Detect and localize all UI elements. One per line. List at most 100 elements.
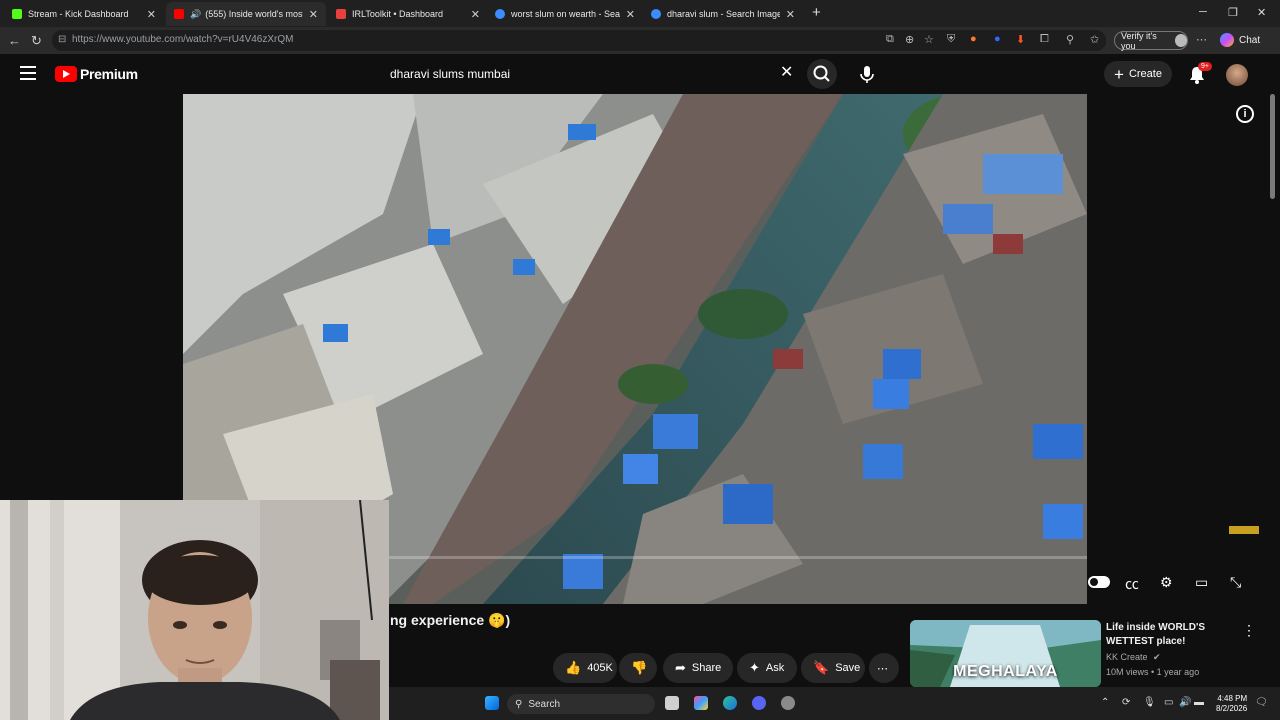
zoom-icon[interactable]: ⊕: [905, 33, 914, 46]
thumbs-down-icon: 👎: [631, 660, 648, 675]
new-tab-button[interactable]: +: [812, 4, 821, 21]
chat-label: Chat: [1239, 34, 1261, 46]
theater-mode-icon[interactable]: ▭: [1195, 574, 1208, 591]
search-input[interactable]: [380, 58, 805, 90]
edge-browser-icon[interactable]: [723, 696, 737, 710]
extension-fox-icon[interactable]: ●: [970, 33, 977, 45]
restore-button[interactable]: ❐: [1228, 6, 1238, 19]
recommendation-channel[interactable]: KK Create ✔: [1106, 652, 1161, 663]
streamer-camera-feed: [0, 500, 389, 720]
share-arrow-icon: ➦: [675, 660, 686, 675]
page-scrollbar[interactable]: [1270, 94, 1275, 199]
close-tab-icon[interactable]: ✕: [786, 8, 795, 21]
menu-icon[interactable]: [20, 66, 36, 80]
clock-date: 8/2/2026: [1216, 704, 1248, 713]
battery-icon[interactable]: ▬: [1194, 697, 1204, 708]
youtube-play-icon: [55, 66, 77, 82]
site-info-icon[interactable]: ⊟: [58, 34, 66, 45]
favorites-icon[interactable]: ✩: [1090, 33, 1099, 46]
copilot-icon[interactable]: [694, 696, 708, 710]
notification-badge: 9+: [1198, 62, 1212, 71]
microphone-icon: [860, 66, 874, 83]
irltoolkit-icon: [336, 9, 346, 19]
favorite-star-icon[interactable]: ☆: [924, 33, 934, 46]
minimize-button[interactable]: ─: [1199, 6, 1207, 18]
clock-time: 4:48 PM: [1217, 694, 1248, 703]
create-button[interactable]: + Create: [1104, 61, 1172, 87]
more-menu-icon[interactable]: ⋯: [1196, 33, 1207, 46]
url-text: https://www.youtube.com/watch?v=rU4V46zX…: [72, 34, 294, 45]
plus-icon: +: [1114, 64, 1124, 84]
reload-icon[interactable]: ↻: [31, 33, 42, 49]
save-button[interactable]: 🔖 Save: [801, 653, 865, 683]
app-available-icon[interactable]: ⧉: [886, 33, 894, 46]
volume-icon[interactable]: 🔊: [1179, 697, 1191, 708]
tab-bing-search[interactable]: worst slum on wearth - Search ✕: [487, 2, 643, 26]
extension-blue-icon[interactable]: ●: [994, 33, 1001, 45]
like-button[interactable]: 👍 405K: [553, 653, 617, 683]
close-tab-icon[interactable]: ✕: [147, 8, 156, 21]
clear-search-icon[interactable]: ✕: [780, 62, 793, 82]
show-hidden-icons-chevron[interactable]: ⌃: [1101, 697, 1109, 708]
taskbar-search[interactable]: ⚲ Search: [507, 694, 655, 714]
share-button[interactable]: ➦ Share: [663, 653, 733, 683]
close-tab-icon[interactable]: ✕: [471, 8, 480, 21]
captions-icon[interactable]: ㏄: [1125, 574, 1139, 594]
save-label: Save: [835, 662, 861, 674]
tab-irltoolkit[interactable]: IRLToolkit • Dashboard ✕: [328, 2, 488, 26]
search-icon: [813, 65, 830, 82]
taskbar-search-label: Search: [528, 698, 561, 710]
settings-gear-icon[interactable]: ⚙: [1160, 574, 1173, 591]
copilot-icon: [1220, 33, 1234, 47]
copilot-chat-button[interactable]: Chat: [1220, 33, 1260, 47]
ask-button[interactable]: ✦ Ask: [737, 653, 797, 683]
voice-search-button[interactable]: [852, 59, 882, 89]
tab-kick-dashboard[interactable]: Stream - Kick Dashboard ✕: [4, 2, 164, 26]
display-tray-icon[interactable]: ▭: [1164, 697, 1173, 708]
tray-app-icon[interactable]: ⟳: [1122, 697, 1130, 708]
speaker-icon[interactable]: 🔊: [190, 9, 201, 20]
recommendation-title[interactable]: Life inside WORLD'S WETTEST place!: [1106, 621, 1236, 649]
system-clock[interactable]: 4:48 PM 8/2/2026: [1216, 694, 1247, 714]
extension-shield-icon[interactable]: ⛨: [947, 33, 955, 46]
extensions-puzzle-icon[interactable]: ⧠: [1040, 33, 1049, 46]
channel-name: KK Create: [1106, 652, 1148, 662]
download-icon[interactable]: ⬇: [1016, 33, 1025, 46]
more-actions-button[interactable]: ⋯: [869, 653, 899, 683]
close-tab-icon[interactable]: ✕: [626, 8, 635, 21]
profile-avatar: [1174, 34, 1187, 47]
fullscreen-icon[interactable]: ⤡: [1230, 574, 1241, 591]
info-icon[interactable]: i: [1236, 105, 1254, 123]
youtube-header: Premium ✕ + Create 9+: [0, 54, 1280, 94]
browser-tab-bar: Stream - Kick Dashboard ✕ 🔊 (555) Inside…: [0, 0, 1280, 27]
kick-icon: [12, 9, 22, 19]
autoplay-toggle[interactable]: [1088, 576, 1110, 588]
close-tab-icon[interactable]: ✕: [309, 8, 318, 21]
verify-profile-button[interactable]: Verify it's you: [1114, 31, 1188, 51]
youtube-logo[interactable]: Premium: [55, 66, 138, 82]
notification-center-icon[interactable]: 🗨: [1255, 697, 1268, 708]
start-windows-icon[interactable]: [485, 696, 499, 710]
windows-taskbar: ⚲ Search ⌃ ⟳ 🎙 ▭ 🔊 ▬ 4:48 PM 8/2/2026 🗨: [389, 687, 1280, 720]
address-bar[interactable]: ⊟ https://www.youtube.com/watch?v=rU4V46…: [52, 30, 1106, 51]
back-icon[interactable]: ←: [8, 33, 21, 48]
share-label: Share: [691, 662, 722, 674]
search-icon: [495, 9, 505, 19]
account-avatar[interactable]: [1226, 64, 1248, 86]
settings-app-icon[interactable]: [781, 696, 795, 710]
split-screen-icon[interactable]: ⚲: [1066, 33, 1074, 46]
more-vertical-icon[interactable]: ⋮: [1242, 622, 1256, 639]
recommendation-thumbnail[interactable]: MEGHALAYA: [910, 620, 1101, 687]
discord-icon[interactable]: [752, 696, 766, 710]
tab-bing-images[interactable]: dharavi slum - Search Images ✕: [643, 2, 803, 26]
tab-label: (555) Inside world's most cro: [205, 9, 303, 19]
tab-youtube-video[interactable]: 🔊 (555) Inside world's most cro ✕: [166, 2, 326, 26]
tab-label: dharavi slum - Search Images: [667, 9, 780, 19]
dislike-button[interactable]: 👎: [619, 653, 657, 683]
ask-label: Ask: [765, 662, 785, 674]
microphone-tray-icon[interactable]: 🎙: [1143, 697, 1156, 708]
search-button[interactable]: [807, 59, 837, 89]
task-view-icon[interactable]: [665, 696, 679, 710]
close-window-button[interactable]: ✕: [1257, 6, 1266, 19]
logo-text: Premium: [80, 66, 138, 82]
